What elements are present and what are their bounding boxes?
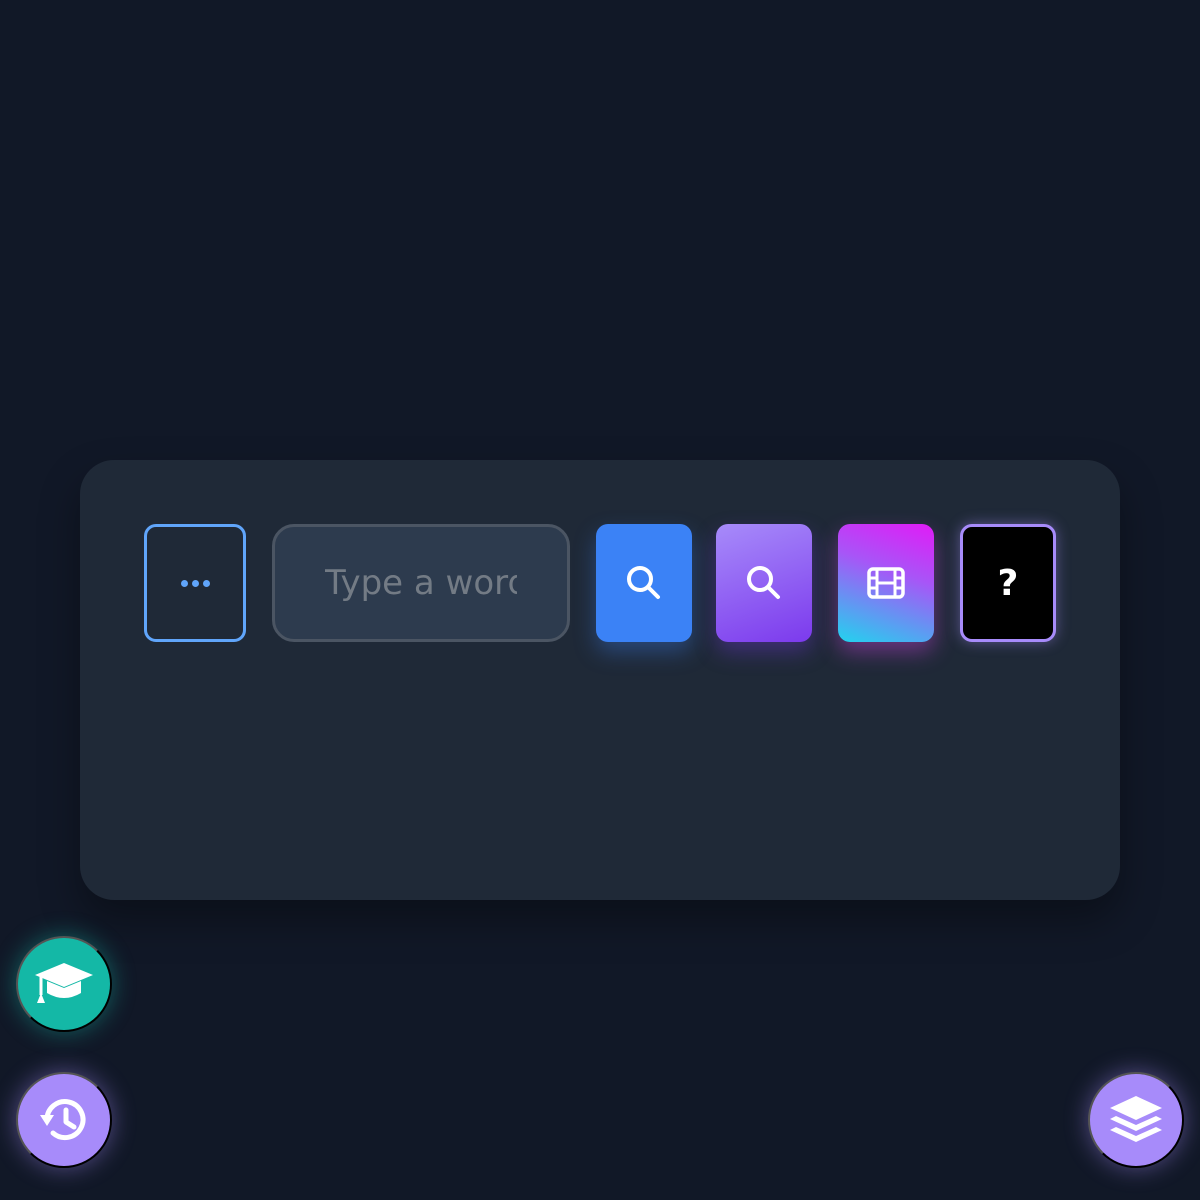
search-icon — [747, 566, 780, 599]
video-button[interactable] — [838, 524, 934, 642]
history-button[interactable] — [16, 1072, 112, 1168]
more-options-button[interactable] — [144, 524, 246, 642]
ellipsis-dot — [202, 579, 210, 587]
search-button[interactable] — [596, 524, 692, 642]
help-label: ? — [997, 562, 1019, 604]
layers-button[interactable] — [1088, 1072, 1184, 1168]
help-button[interactable]: ? — [960, 524, 1056, 642]
film-icon — [867, 567, 905, 599]
history-icon — [40, 1099, 86, 1141]
layers-icon — [1110, 1096, 1162, 1142]
search-toolbar: ? — [144, 524, 1056, 642]
ellipsis-icon — [180, 579, 188, 587]
graduation-cap-icon — [35, 963, 93, 1003]
learn-button[interactable] — [16, 936, 112, 1032]
search-alt-button[interactable] — [716, 524, 812, 642]
search-panel: ? — [80, 460, 1120, 900]
ellipsis-dot — [191, 579, 199, 587]
search-icon — [627, 566, 660, 599]
word-input[interactable] — [272, 524, 570, 642]
